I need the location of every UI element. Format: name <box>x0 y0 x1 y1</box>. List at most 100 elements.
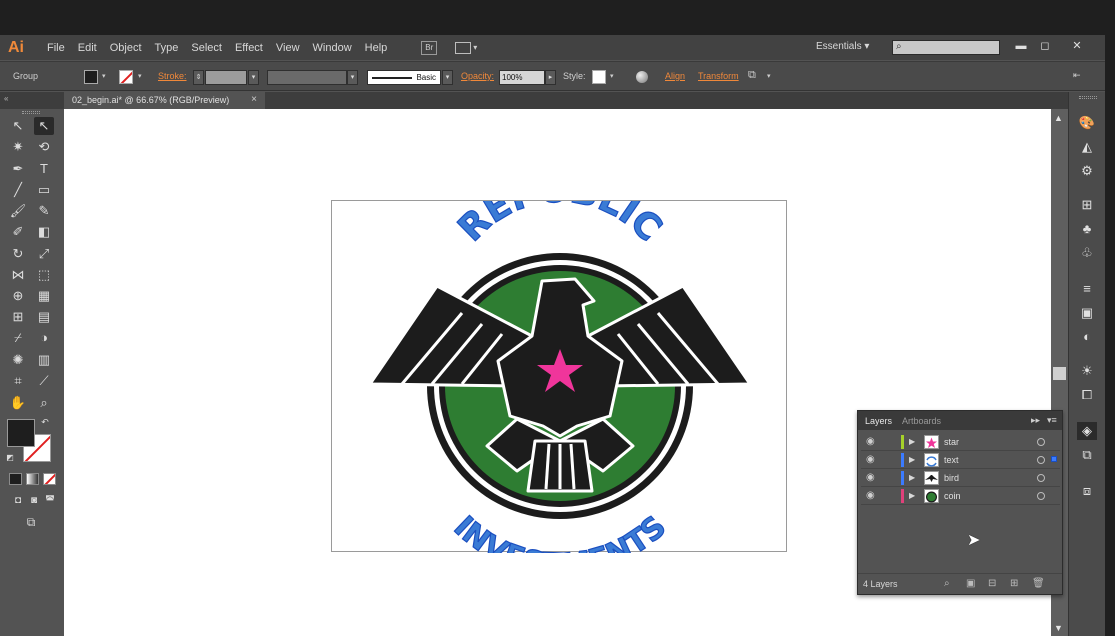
swatches-icon[interactable]: ⚙ <box>1077 162 1097 180</box>
line-tool-icon[interactable]: ╱ <box>8 181 28 199</box>
layer-name[interactable]: text <box>944 455 959 465</box>
brush-definition[interactable]: Basic <box>367 70 441 85</box>
target-circle-icon[interactable] <box>1037 438 1045 446</box>
stroke-panel-icon[interactable]: ≡ <box>1077 280 1097 298</box>
transparency-panel-icon[interactable]: ◐ <box>1077 328 1097 346</box>
locate-object-icon[interactable]: ⌕ <box>944 578 950 589</box>
bridge-button[interactable]: Br <box>421 40 438 55</box>
stroke-weight-field[interactable] <box>205 70 247 85</box>
gradient-tool-icon[interactable]: ▤ <box>34 308 54 326</box>
scroll-up-icon[interactable]: ▲ <box>1054 113 1063 123</box>
fill-color-box[interactable] <box>7 419 35 447</box>
selection-indicator[interactable] <box>1051 456 1057 462</box>
perspective-grid-tool-icon[interactable]: ▦ <box>34 287 54 305</box>
paintbrush-tool-icon[interactable]: 🖌 <box>8 202 28 220</box>
artboard-tool-icon[interactable]: ⌗ <box>8 372 28 390</box>
visibility-eye-icon[interactable]: ◉ <box>866 490 875 501</box>
blob-brush-tool-icon[interactable]: ✐ <box>8 223 28 241</box>
lasso-tool-icon[interactable]: ⟲ <box>34 138 54 156</box>
chevron-down-icon[interactable]: ▾ <box>767 72 771 80</box>
variable-width-profile[interactable] <box>267 70 347 85</box>
zoom-tool-icon[interactable]: ⌕ <box>34 394 54 412</box>
stroke-weight-stepper[interactable]: ⇕ <box>193 70 204 85</box>
direct-selection-tool-icon[interactable]: ↖ <box>34 117 54 135</box>
pen-tool-icon[interactable]: ✒ <box>8 160 28 178</box>
opacity-label[interactable]: Opacity: <box>461 71 494 81</box>
transform-link[interactable]: Transform <box>698 71 739 81</box>
layer-name[interactable]: bird <box>944 473 959 483</box>
dock-grip[interactable] <box>1079 96 1097 99</box>
layer-row-coin[interactable]: ◉ ▶ coin <box>861 488 1060 505</box>
pencil-tool-icon[interactable]: ✎ <box>34 202 54 220</box>
collapse-panel-icon[interactable]: ▸▸ <box>1031 415 1040 426</box>
none-mode-button[interactable] <box>43 473 56 485</box>
make-clipping-mask-icon[interactable]: ▣ <box>966 578 975 589</box>
color-guide-icon[interactable]: ◭ <box>1077 138 1097 156</box>
minimize-button[interactable]: ▬ <box>1008 40 1034 54</box>
expand-triangle-icon[interactable]: ▶ <box>909 437 915 446</box>
artboard[interactable]: REPUBLIC INVESTMENTS <box>331 169 787 584</box>
menu-view[interactable]: View <box>276 42 300 54</box>
type-tool-icon[interactable]: T <box>34 160 54 178</box>
menu-help[interactable]: Help <box>365 42 388 54</box>
expand-triangle-icon[interactable]: ▶ <box>909 455 915 464</box>
menu-effect[interactable]: Effect <box>235 42 263 54</box>
profile-dropdown[interactable]: ▾ <box>347 70 358 85</box>
chevron-down-icon[interactable]: ▾ <box>138 72 142 80</box>
menu-file[interactable]: File <box>47 42 65 54</box>
visibility-eye-icon[interactable]: ◉ <box>866 436 875 447</box>
opacity-field[interactable]: 100% <box>499 70 545 85</box>
align-link[interactable]: Align <box>665 71 685 81</box>
screen-mode-icon[interactable]: ⧉ <box>20 513 42 531</box>
isolate-group-icon[interactable]: ⧉ <box>748 69 756 82</box>
panel-menu-icon[interactable]: ▾≡ <box>1047 415 1057 426</box>
layer-name[interactable]: coin <box>944 491 961 501</box>
panel-menu-icon[interactable]: ⇤ <box>1073 70 1081 81</box>
delete-layer-icon[interactable]: 🗑 <box>1032 578 1045 589</box>
shape-builder-tool-icon[interactable]: ⊕ <box>8 287 28 305</box>
align-panel-icon[interactable]: ⧈ <box>1077 482 1097 500</box>
scale-tool-icon[interactable]: ⤢ <box>34 245 54 263</box>
layer-row-star[interactable]: ◉ ▶ star <box>861 434 1060 451</box>
gradient-panel-icon[interactable]: ▣ <box>1077 304 1097 322</box>
panel-grip[interactable] <box>22 111 40 114</box>
gradient-mode-button[interactable] <box>26 473 39 485</box>
stroke-weight-dropdown[interactable]: ▾ <box>248 70 259 85</box>
expand-triangle-icon[interactable]: ▶ <box>909 473 915 482</box>
magic-wand-tool-icon[interactable]: ✷ <box>8 138 28 156</box>
collapse-panels-icon[interactable]: « <box>4 94 8 103</box>
column-graph-tool-icon[interactable]: ▥ <box>34 351 54 369</box>
chevron-down-icon[interactable]: ▾ <box>610 72 614 80</box>
tab-layers[interactable]: Layers <box>865 416 892 426</box>
fill-color-swatch[interactable] <box>84 70 98 84</box>
target-circle-icon[interactable] <box>1037 492 1045 500</box>
expand-triangle-icon[interactable]: ▶ <box>909 491 915 500</box>
graphic-style-swatch[interactable] <box>592 70 606 84</box>
layer-name[interactable]: star <box>944 437 959 447</box>
eraser-tool-icon[interactable]: ◧ <box>34 223 54 241</box>
layer-row-bird[interactable]: ◉ ▶ bird <box>861 470 1060 487</box>
visibility-eye-icon[interactable]: ◉ <box>866 472 875 483</box>
layer-row-text[interactable]: ◉ ▶ text <box>861 452 1060 469</box>
brush-dropdown[interactable]: ▾ <box>442 70 453 85</box>
rotate-tool-icon[interactable]: ↻ <box>8 245 28 263</box>
layers-panel-icon[interactable]: ◈ <box>1077 422 1097 440</box>
rectangle-tool-icon[interactable]: ▭ <box>34 181 54 199</box>
menu-type[interactable]: Type <box>155 42 179 54</box>
close-tab-button[interactable]: × <box>251 94 257 105</box>
default-colors-icon[interactable]: ◩ <box>4 452 16 464</box>
graphic-styles-icon[interactable]: ♧ <box>1077 244 1097 262</box>
appearance-panel-icon[interactable]: ☀ <box>1077 362 1097 380</box>
workspace-switcher[interactable]: Essentials ▾ <box>816 41 869 52</box>
blend-tool-icon[interactable]: ◑ <box>34 329 54 347</box>
target-circle-icon[interactable] <box>1037 456 1045 464</box>
maximize-button[interactable]: ◻ <box>1032 40 1058 54</box>
menu-object[interactable]: Object <box>110 42 142 54</box>
color-mode-button[interactable] <box>9 473 22 485</box>
help-search-input[interactable]: ⌕ <box>892 40 1000 55</box>
eyedropper-tool-icon[interactable]: ⌿ <box>8 329 28 347</box>
mesh-tool-icon[interactable]: ⊞ <box>8 308 28 326</box>
menu-edit[interactable]: Edit <box>78 42 97 54</box>
slice-tool-icon[interactable]: ⟋ <box>34 372 54 390</box>
free-transform-tool-icon[interactable]: ⬚ <box>34 266 54 284</box>
